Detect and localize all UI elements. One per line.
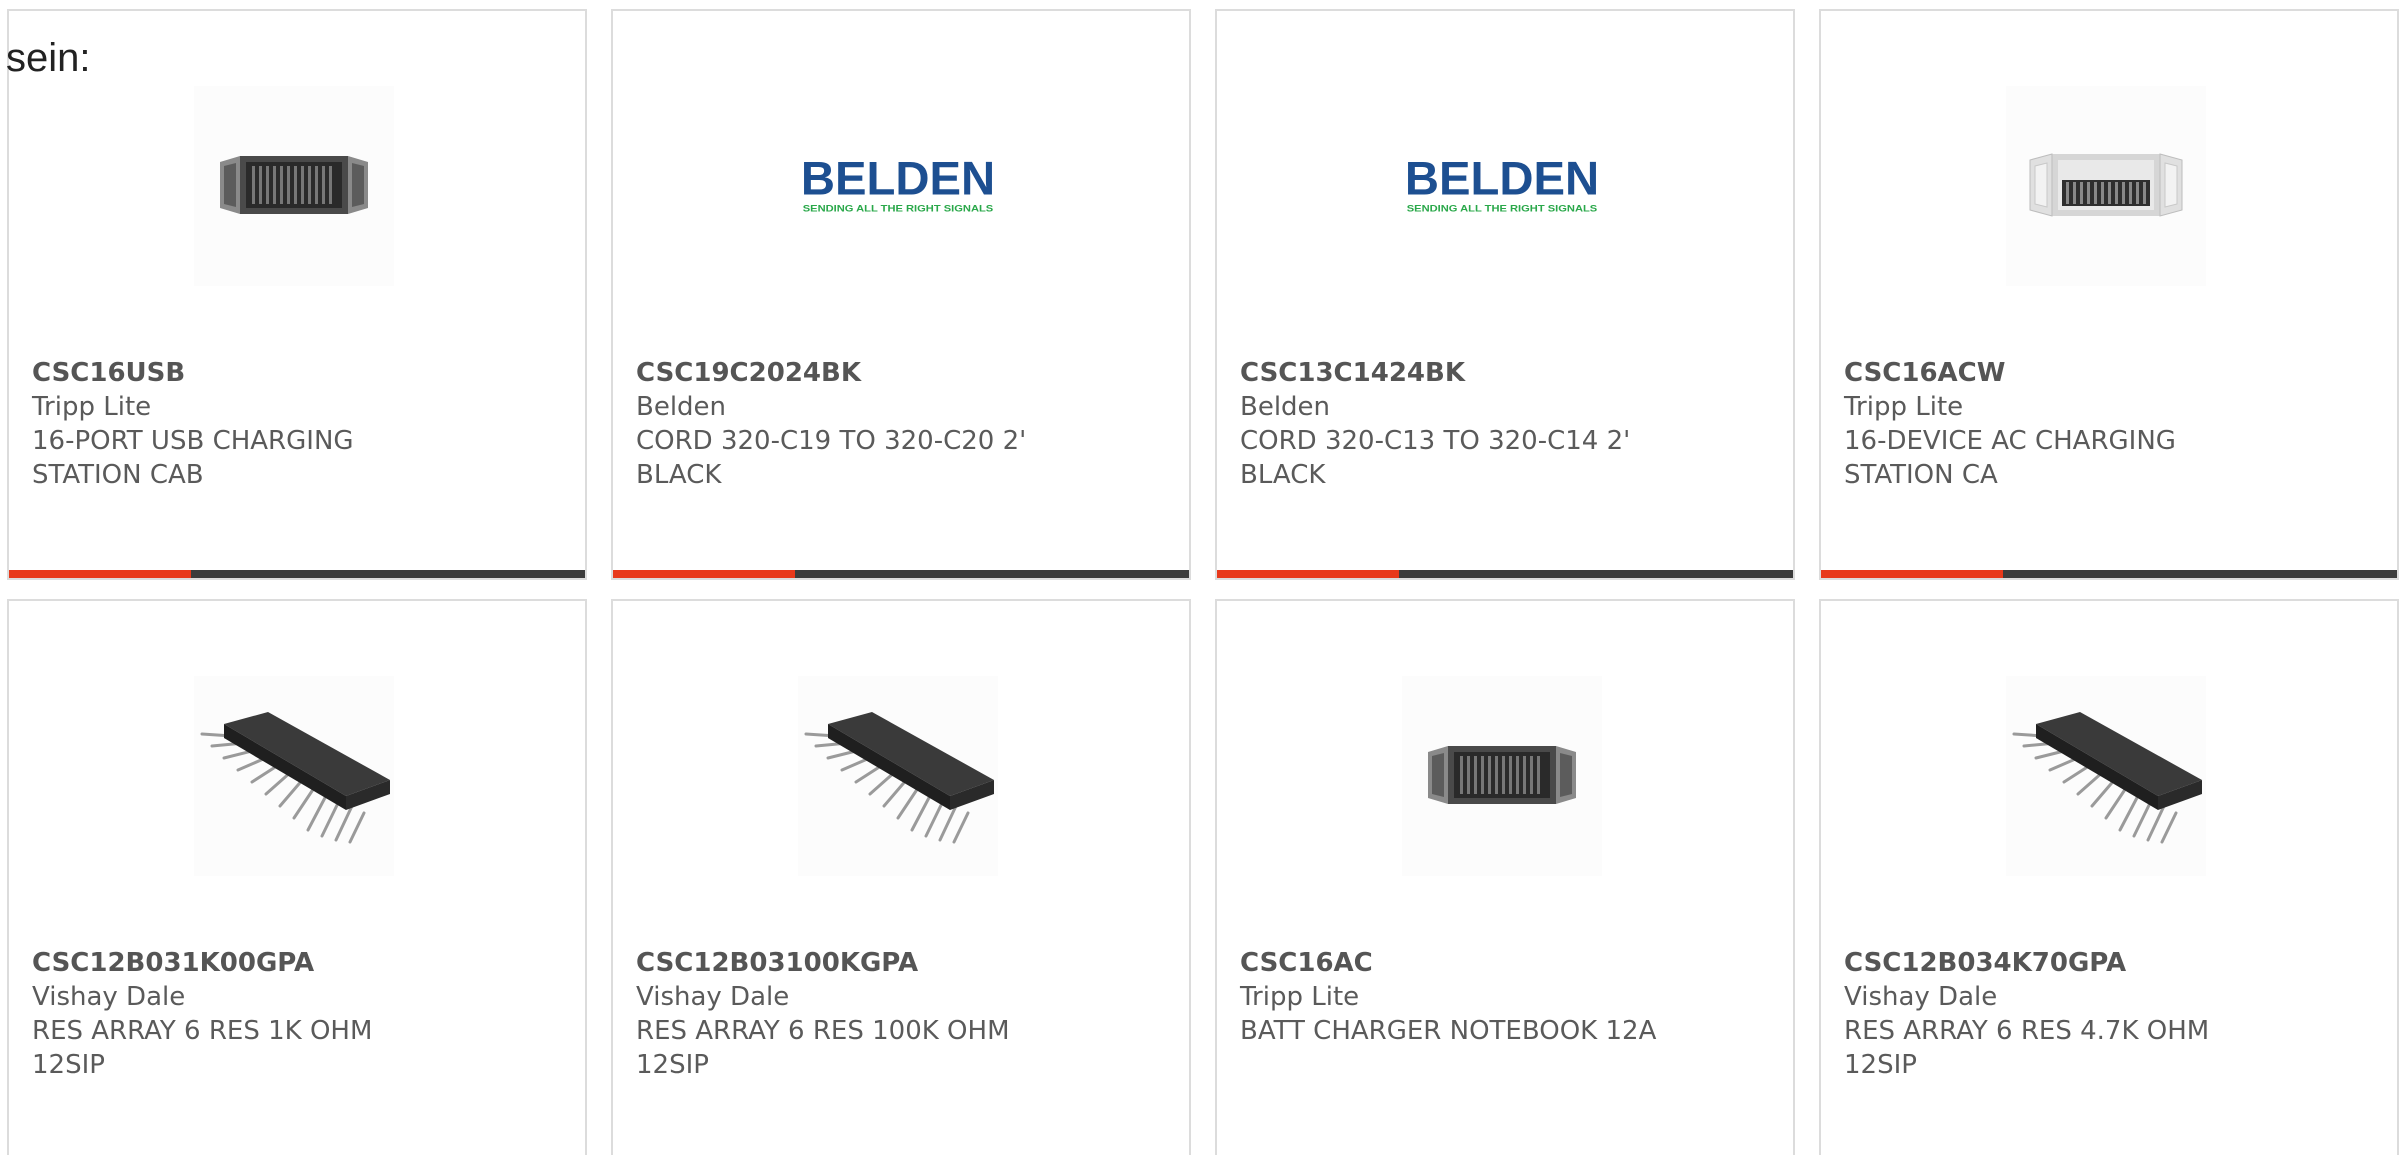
belden-logo-text: BELDEN <box>1405 153 1599 206</box>
part-number[interactable]: CSC13C1424BK <box>1240 356 1760 390</box>
product-description: CORD 320-C19 TO 320-C20 2' BLACK <box>636 426 1027 490</box>
product-card[interactable]: CSC12B03100KGPA Vishay Dale RES ARRAY 6 … <box>611 599 1191 1155</box>
manufacturer: Vishay Dale <box>1844 982 1998 1012</box>
product-info: CSC16AC Tripp Lite BATT CHARGER NOTEBOOK… <box>1240 946 1760 1048</box>
part-number[interactable]: CSC19C2024BK <box>636 356 1156 390</box>
product-description: RES ARRAY 6 RES 100K OHM 12SIP <box>636 1016 1010 1080</box>
product-card[interactable]: BELDEN SENDING ALL THE RIGHT SIGNALS CSC… <box>611 9 1191 580</box>
part-number[interactable]: CSC16ACW <box>1844 356 2364 390</box>
charging-cabinet-white-icon <box>2029 153 2183 217</box>
charging-cabinet-dark-icon <box>220 156 368 214</box>
product-image[interactable] <box>2006 676 2206 876</box>
product-info: CSC16ACW Tripp Lite 16-DEVICE AC CHARGIN… <box>1844 356 2364 492</box>
product-card[interactable]: CSC12B031K00GPA Vishay Dale RES ARRAY 6 … <box>7 599 587 1155</box>
product-image[interactable]: BELDEN SENDING ALL THE RIGHT SIGNALS <box>1402 86 1602 286</box>
part-number[interactable]: CSC16USB <box>32 356 552 390</box>
product-image[interactable] <box>194 676 394 876</box>
sip-resistor-array-icon <box>804 712 994 844</box>
product-info: CSC19C2024BK Belden CORD 320-C19 TO 320-… <box>636 356 1156 492</box>
card-footer-bar <box>1217 570 1793 578</box>
manufacturer: Tripp Lite <box>32 392 152 422</box>
product-info: CSC13C1424BK Belden CORD 320-C13 TO 320-… <box>1240 356 1760 492</box>
product-image[interactable] <box>1402 676 1602 876</box>
product-description: 16-PORT USB CHARGING STATION CAB <box>32 426 354 490</box>
product-description: 16-DEVICE AC CHARGING STATION CA <box>1844 426 2176 490</box>
product-card[interactable]: CSC16AC Tripp Lite BATT CHARGER NOTEBOOK… <box>1215 599 1795 1155</box>
product-card[interactable]: CSC16ACW Tripp Lite 16-DEVICE AC CHARGIN… <box>1819 9 2399 580</box>
card-footer-bar <box>9 570 585 578</box>
product-grid-page: sein: CSC16USB Tripp Lite 16-PORT USB CH… <box>0 0 2400 1155</box>
part-number[interactable]: CSC16AC <box>1240 946 1760 980</box>
card-accent-bar <box>613 570 795 578</box>
manufacturer: Vishay Dale <box>32 982 186 1012</box>
belden-logo-tagline: SENDING ALL THE RIGHT SIGNALS <box>1407 204 1597 215</box>
product-image[interactable] <box>2006 86 2206 286</box>
product-info: CSC12B03100KGPA Vishay Dale RES ARRAY 6 … <box>636 946 1156 1082</box>
charging-cabinet-dark-icon <box>1428 746 1576 804</box>
part-number[interactable]: CSC12B034K70GPA <box>1844 946 2364 980</box>
sip-resistor-array-icon <box>2012 712 2202 844</box>
product-info: CSC16USB Tripp Lite 16-PORT USB CHARGING… <box>32 356 552 492</box>
product-card[interactable]: CSC12B034K70GPA Vishay Dale RES ARRAY 6 … <box>1819 599 2399 1155</box>
product-description: RES ARRAY 6 RES 1K OHM 12SIP <box>32 1016 373 1080</box>
sip-resistor-array-icon <box>200 712 390 844</box>
manufacturer: Belden <box>636 392 727 422</box>
manufacturer: Vishay Dale <box>636 982 790 1012</box>
lead-text: sein: <box>6 36 91 80</box>
belden-logo-text: BELDEN <box>801 153 995 206</box>
card-accent-bar <box>9 570 191 578</box>
card-footer-bar <box>1821 570 2397 578</box>
product-description: BATT CHARGER NOTEBOOK 12A <box>1240 1016 1657 1046</box>
manufacturer: Tripp Lite <box>1240 982 1360 1012</box>
part-number[interactable]: CSC12B031K00GPA <box>32 946 552 980</box>
manufacturer: Tripp Lite <box>1844 392 1964 422</box>
product-image[interactable] <box>798 676 998 876</box>
part-number[interactable]: CSC12B03100KGPA <box>636 946 1156 980</box>
product-image[interactable]: BELDEN SENDING ALL THE RIGHT SIGNALS <box>798 86 998 286</box>
card-accent-bar <box>1821 570 2003 578</box>
card-footer-bar <box>613 570 1189 578</box>
belden-logo-tagline: SENDING ALL THE RIGHT SIGNALS <box>803 204 993 215</box>
belden-logo: BELDEN SENDING ALL THE RIGHT SIGNALS <box>801 153 995 215</box>
belden-logo: BELDEN SENDING ALL THE RIGHT SIGNALS <box>1405 153 1599 215</box>
card-accent-bar <box>1217 570 1399 578</box>
product-description: CORD 320-C13 TO 320-C14 2' BLACK <box>1240 426 1631 490</box>
product-grid: CSC16USB Tripp Lite 16-PORT USB CHARGING… <box>7 9 2400 1155</box>
product-card[interactable]: BELDEN SENDING ALL THE RIGHT SIGNALS CSC… <box>1215 9 1795 580</box>
product-card[interactable]: CSC16USB Tripp Lite 16-PORT USB CHARGING… <box>7 9 587 580</box>
product-image[interactable] <box>194 86 394 286</box>
product-info: CSC12B031K00GPA Vishay Dale RES ARRAY 6 … <box>32 946 552 1082</box>
product-description: RES ARRAY 6 RES 4.7K OHM 12SIP <box>1844 1016 2210 1080</box>
product-info: CSC12B034K70GPA Vishay Dale RES ARRAY 6 … <box>1844 946 2364 1082</box>
manufacturer: Belden <box>1240 392 1331 422</box>
